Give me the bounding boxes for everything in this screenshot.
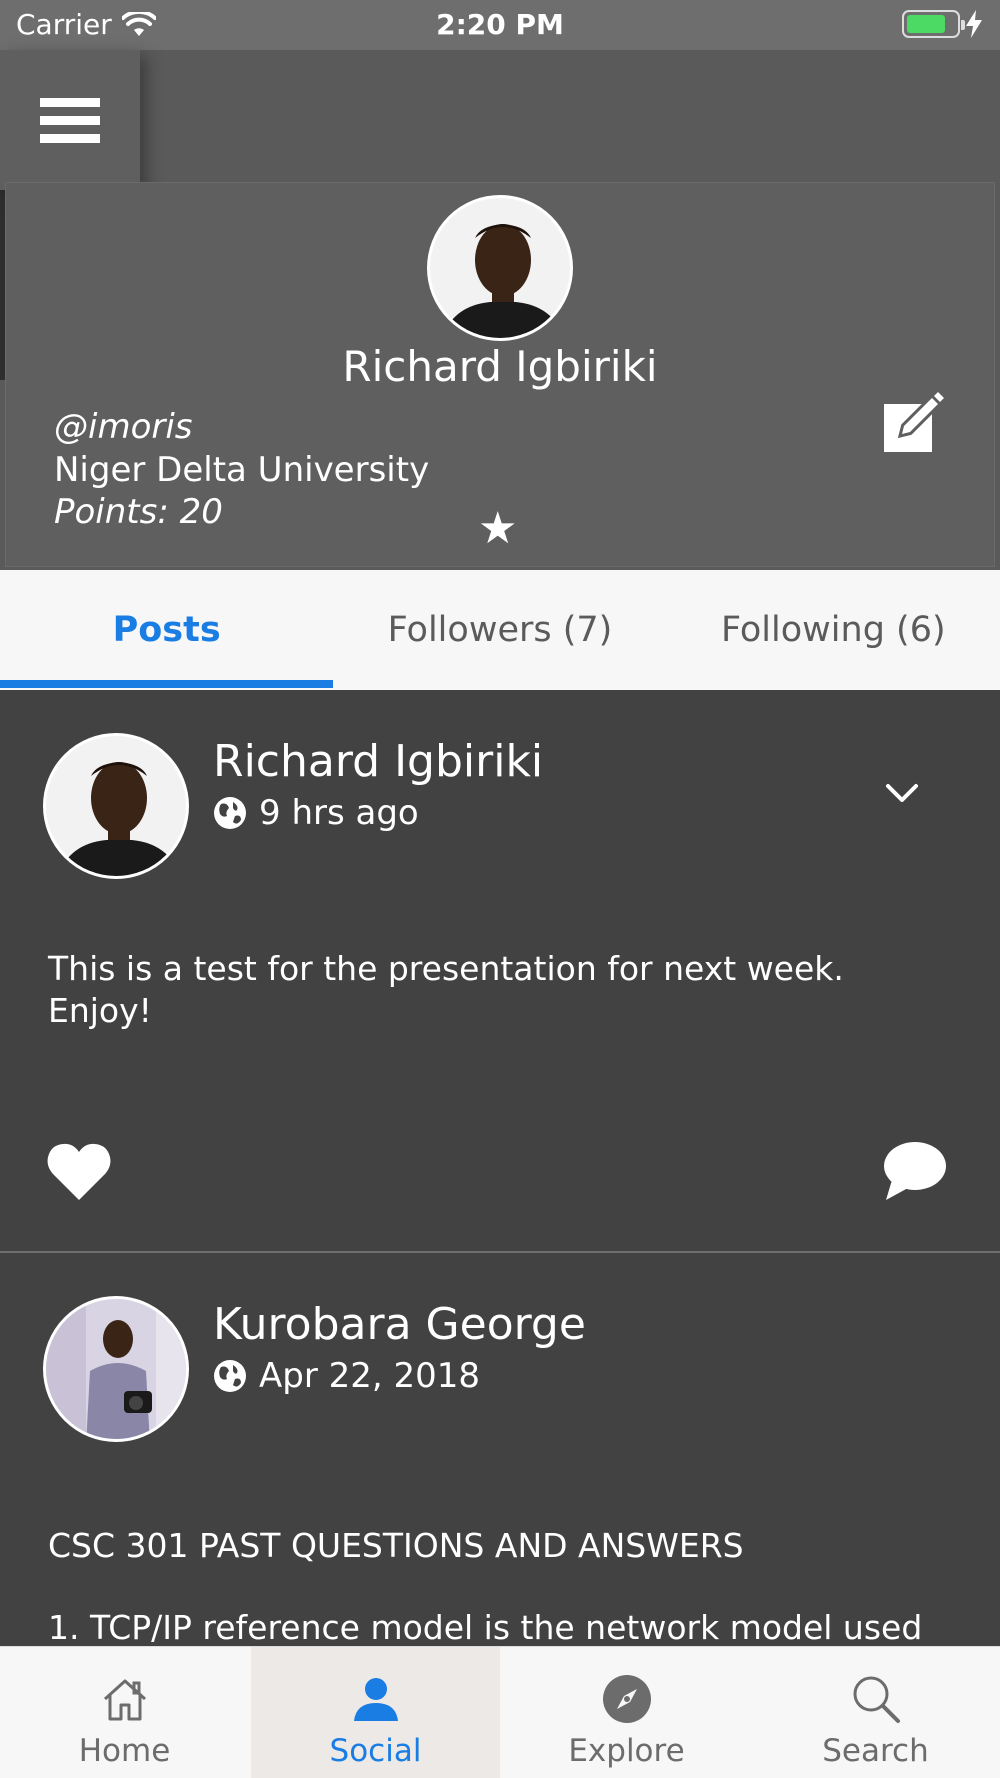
post-author-name[interactable]: Richard Igbiriki — [213, 736, 543, 787]
post-time: Apr 22, 2018 — [259, 1356, 481, 1396]
profile-tabs: Posts Followers (7) Following (6) — [0, 570, 1000, 690]
bottom-tab-bar: Home Social Explore Search — [0, 1646, 1000, 1778]
author-photo — [46, 736, 186, 876]
globe-icon — [214, 1360, 246, 1392]
post-meta: Apr 22, 2018 — [213, 1356, 480, 1396]
post-author-avatar[interactable] — [43, 733, 189, 879]
tabbar-social-label: Social — [329, 1733, 422, 1769]
post-card: Kurobara George Apr 22, 2018 CSC 301 PAS… — [0, 1253, 1000, 1646]
tabbar-social[interactable]: Social — [251, 1647, 500, 1778]
post-author-avatar[interactable] — [43, 1296, 189, 1442]
profile-points: Points: 20 — [54, 492, 223, 532]
profile-handle: @imoris — [54, 407, 193, 447]
tabbar-search[interactable]: Search — [751, 1647, 1000, 1778]
post-body-line: 1. TCP/IP reference model is the network… — [48, 1608, 923, 1646]
star-icon[interactable]: ★ — [478, 503, 517, 554]
home-icon — [103, 1679, 146, 1721]
heart-icon[interactable] — [46, 1142, 112, 1202]
posts-feed[interactable]: Richard Igbiriki 9 hrs ago This is a tes… — [0, 690, 1000, 1646]
profile-school: Niger Delta University — [54, 450, 430, 490]
chevron-down-icon[interactable] — [882, 778, 922, 808]
profile-photo — [430, 198, 570, 338]
battery-indicator — [902, 10, 982, 38]
battery-icon — [902, 10, 965, 38]
post-time: 9 hrs ago — [259, 793, 419, 833]
edit-icon — [884, 392, 944, 452]
charging-bolt-icon — [966, 10, 982, 38]
globe-icon — [214, 797, 246, 829]
tabbar-explore[interactable]: Explore — [502, 1647, 751, 1778]
post-author-name[interactable]: Kurobara George — [213, 1299, 586, 1350]
comment-icon[interactable] — [882, 1140, 948, 1202]
post-card: Richard Igbiriki 9 hrs ago This is a tes… — [0, 690, 1000, 1253]
hamburger-icon — [40, 89, 100, 152]
author-photo — [46, 1299, 186, 1439]
post-meta: 9 hrs ago — [213, 793, 419, 833]
menu-button[interactable] — [0, 50, 140, 190]
tabbar-search-label: Search — [822, 1733, 929, 1769]
tab-followers[interactable]: Followers (7) — [333, 570, 666, 690]
tabbar-home[interactable]: Home — [0, 1647, 249, 1778]
status-time: 2:20 PM — [436, 8, 564, 41]
person-icon — [353, 1678, 398, 1721]
compass-icon — [602, 1675, 651, 1723]
tab-posts[interactable]: Posts — [0, 570, 334, 690]
status-bar: Carrier 2:20 PM — [0, 0, 1000, 50]
profile-name: Richard Igbiriki — [342, 342, 658, 391]
tab-following[interactable]: Following (6) — [667, 570, 1000, 690]
edit-profile-button[interactable] — [880, 388, 948, 456]
post-body: CSC 301 PAST QUESTIONS AND ANSWERS — [48, 1526, 744, 1565]
post-body: This is a test for the presentation for … — [48, 949, 844, 1030]
tabbar-explore-label: Explore — [568, 1733, 685, 1769]
profile-avatar[interactable] — [427, 195, 573, 341]
search-icon — [853, 1676, 900, 1723]
tabbar-home-label: Home — [78, 1733, 171, 1769]
